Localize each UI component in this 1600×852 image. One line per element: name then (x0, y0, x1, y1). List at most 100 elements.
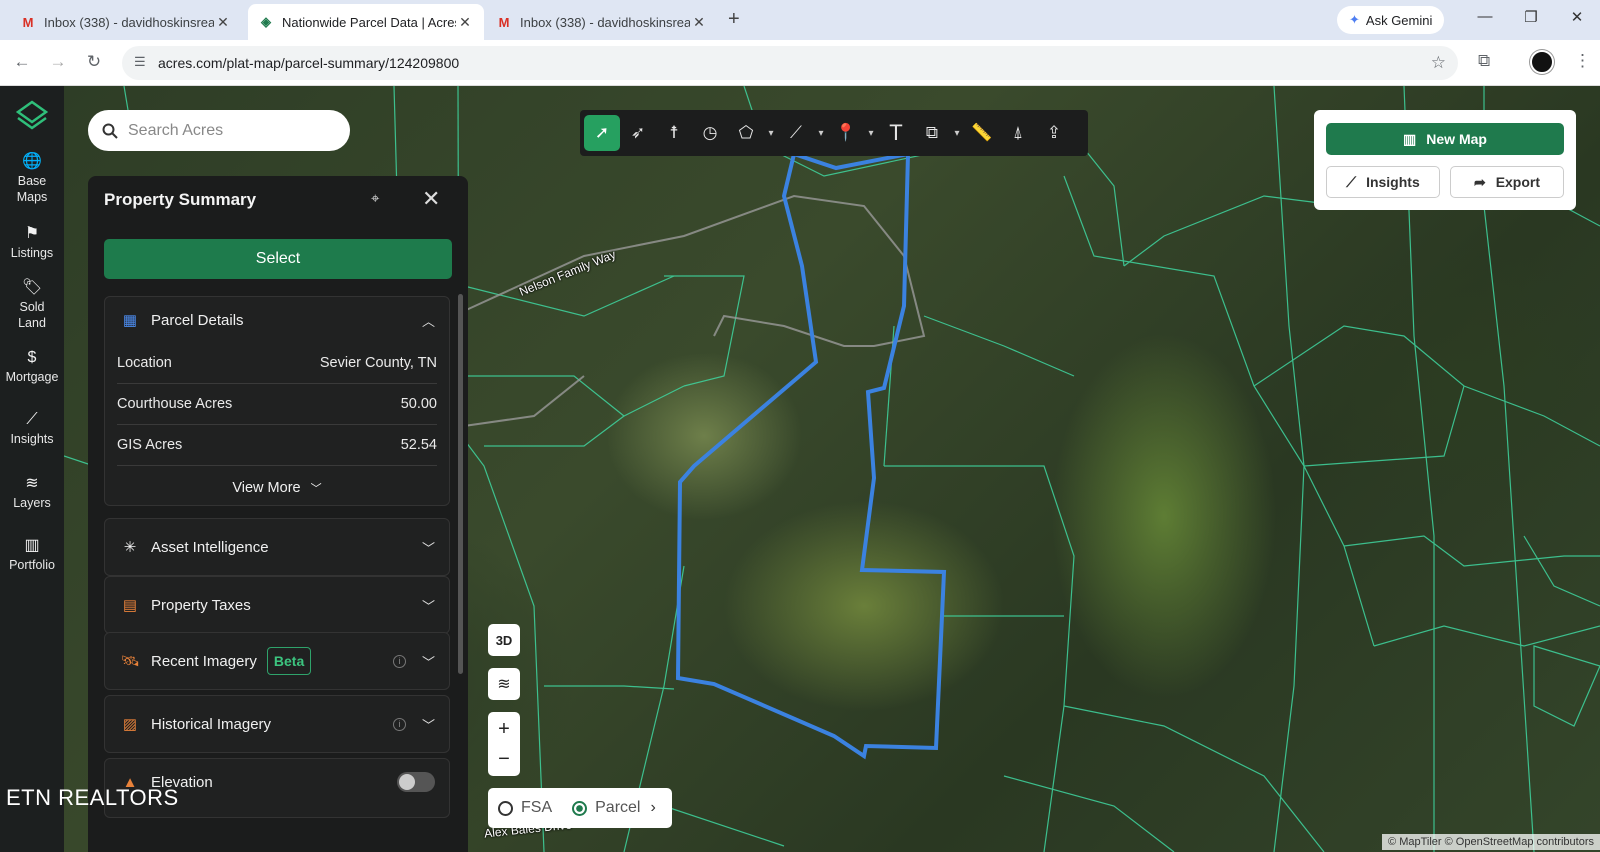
chevron-down-icon[interactable]: ▾ (814, 115, 828, 151)
asset-intelligence-card[interactable]: ✳ Asset Intelligence ﹀ (104, 518, 450, 576)
pedestrian-tool-icon[interactable]: ☨ (656, 115, 692, 151)
historical-imagery-header[interactable]: ▨ Historical Imagery i ﹀ (105, 696, 449, 752)
zoom-in-icon[interactable]: + (498, 714, 510, 744)
close-window-icon[interactable]: ✕ (1562, 8, 1592, 26)
bookmark-star-icon[interactable]: ☆ (1431, 53, 1446, 73)
close-tab-icon[interactable]: ✕ (690, 14, 708, 31)
new-tab-button[interactable]: + (728, 8, 740, 31)
sidebar-label: Layers (13, 496, 51, 510)
layers-icon: ≋ (25, 475, 39, 492)
section-title: Recent Imagery (151, 652, 257, 670)
forward-icon[interactable]: → (46, 52, 70, 72)
sidebar-item-listings[interactable]: ⚑ Listings (0, 226, 64, 261)
fsa-label: FSA (521, 799, 553, 816)
selected-parcel-outline (675, 151, 947, 760)
insights-label: Insights (1366, 174, 1420, 190)
new-map-button[interactable]: ▥ New Map (1326, 123, 1564, 155)
property-taxes-header[interactable]: ▤ Property Taxes ﹀ (105, 577, 449, 633)
search-bar[interactable]: Search Acres (88, 110, 350, 151)
chevron-down-icon[interactable]: ▾ (950, 115, 964, 151)
property-taxes-card[interactable]: ▤ Property Taxes ﹀ (104, 576, 450, 634)
polygon-tool-icon[interactable]: ⬠ (728, 115, 764, 151)
info-icon[interactable]: i (392, 717, 406, 731)
select-button[interactable]: Select (104, 239, 452, 279)
sidebar-label: Mortgage (5, 370, 59, 384)
sidebar-item-insights[interactable]: ⟋ Insights (0, 412, 64, 447)
sidebar-label: Land (18, 316, 46, 330)
sidebar-item-sold-land[interactable]: 🏷 Sold Land (0, 280, 64, 331)
parcel-details-header[interactable]: ▦ Parcel Details ︿ (105, 297, 449, 343)
recent-imagery-card[interactable]: 🛰 Recent Imagery Beta i ﹀ (104, 632, 450, 690)
close-tab-icon[interactable]: ✕ (456, 14, 474, 31)
url-field[interactable]: ☰ acres.com/plat-map/parcel-summary/1242… (122, 46, 1458, 80)
info-icon[interactable]: i (392, 654, 406, 668)
pin-tool-icon[interactable]: 📍 (828, 115, 864, 151)
sidebar-label: Base (17, 174, 47, 188)
tab-acres[interactable]: ◈ Nationwide Parcel Data | Acres ✕ (248, 4, 484, 40)
location-pin-icon[interactable]: ⌖ (371, 190, 379, 207)
survey-tool-icon[interactable]: ⍋ (1000, 115, 1036, 151)
view-more-button[interactable]: View More ﹀ (105, 466, 449, 510)
insights-button[interactable]: ⟋ Insights (1326, 166, 1440, 198)
fsa-radio[interactable] (498, 800, 513, 816)
sidebar-item-mortgage[interactable]: $ Mortgage (0, 350, 64, 385)
detail-value: 52.54 (400, 437, 437, 453)
sidebar-item-portfolio[interactable]: ▥ Portfolio (0, 538, 64, 573)
gemini-label: Ask Gemini (1365, 12, 1433, 28)
close-tab-icon[interactable]: ✕ (214, 14, 232, 31)
sidebar-label: Maps (16, 190, 48, 204)
upload-tool-icon[interactable]: ⇪ (1036, 115, 1072, 151)
sidebar-item-layers[interactable]: ≋ Layers (0, 476, 64, 511)
site-info-icon[interactable]: ☰ (134, 54, 146, 70)
close-panel-icon[interactable]: ✕ (422, 186, 440, 212)
acres-logo-icon[interactable] (16, 100, 48, 132)
back-icon[interactable]: ← (10, 52, 34, 72)
parcel-radio[interactable] (572, 800, 588, 816)
asset-intelligence-header[interactable]: ✳ Asset Intelligence ﹀ (105, 519, 449, 575)
chevron-right-icon[interactable]: › (650, 799, 655, 817)
gmail-icon: M (498, 14, 510, 30)
chevron-down-icon: ﹀ (421, 540, 435, 556)
text-tool-icon[interactable]: T (878, 115, 914, 151)
restore-icon[interactable]: ❐ (1516, 8, 1546, 26)
detail-label: Courthouse Acres (117, 396, 233, 412)
elevation-toggle[interactable] (397, 772, 435, 792)
globe-icon: 🌐 (22, 153, 42, 170)
tab-inbox-1[interactable]: M Inbox (338) - davidhoskinsrealt ✕ (10, 4, 242, 40)
detail-value: Sevier County, TN (319, 355, 437, 371)
etn-realtors-watermark: ETN REALTORS (6, 785, 179, 810)
3d-toggle-button[interactable]: 3D (488, 624, 520, 656)
multi-select-tool-icon[interactable]: ➶ (620, 115, 656, 151)
profile-avatar[interactable] (1530, 50, 1554, 74)
zoom-control: + − (488, 712, 520, 776)
ask-gemini-button[interactable]: ✦ Ask Gemini (1337, 6, 1445, 34)
select-info-tool-icon[interactable]: ➚ (584, 115, 620, 151)
cast-icon[interactable]: ⧉ (1478, 51, 1490, 71)
shapes-tool-icon[interactable]: ⧉ (914, 115, 950, 151)
minimize-icon[interactable]: — (1470, 8, 1500, 25)
address-bar-row: ← → ↻ ☰ acres.com/plat-map/parcel-summar… (0, 40, 1600, 86)
sparkle-icon: ✳ (123, 539, 137, 556)
menu-dots-icon[interactable]: ⋮ (1574, 51, 1591, 71)
panel-scrollbar[interactable] (458, 294, 463, 674)
sidebar-label: Portfolio (9, 558, 55, 572)
line-tool-icon[interactable]: ⟋ (778, 115, 814, 151)
chevron-down-icon[interactable]: ▾ (864, 115, 878, 151)
zoom-out-icon[interactable]: − (498, 744, 510, 774)
ruler-tool-icon[interactable]: 📏 (964, 115, 1000, 151)
flag-icon: ⚑ (24, 225, 40, 242)
layer-legend: FSA Parcel › (488, 788, 672, 828)
chevron-down-icon: ﹀ (421, 717, 435, 733)
sidebar-item-base-maps[interactable]: 🌐 Base Maps (0, 154, 64, 205)
gemini-icon: ✦ (1349, 12, 1360, 27)
reload-icon[interactable]: ↻ (82, 52, 106, 72)
tab-inbox-2[interactable]: M Inbox (338) - davidhoskinsrealt ✕ (486, 4, 718, 40)
panel-title: Property Summary (104, 190, 257, 209)
chevron-down-icon[interactable]: ▾ (764, 115, 778, 151)
clock-tool-icon[interactable]: ◷ (692, 115, 728, 151)
map-attribution[interactable]: © MapTiler © OpenStreetMap contributors (1382, 834, 1600, 850)
historical-imagery-card[interactable]: ▨ Historical Imagery i ﹀ (104, 695, 450, 753)
recent-imagery-header[interactable]: 🛰 Recent Imagery Beta i ﹀ (105, 633, 449, 689)
layers-control-icon[interactable]: ≋ (488, 668, 520, 700)
export-button[interactable]: ➦ Export (1450, 166, 1564, 198)
